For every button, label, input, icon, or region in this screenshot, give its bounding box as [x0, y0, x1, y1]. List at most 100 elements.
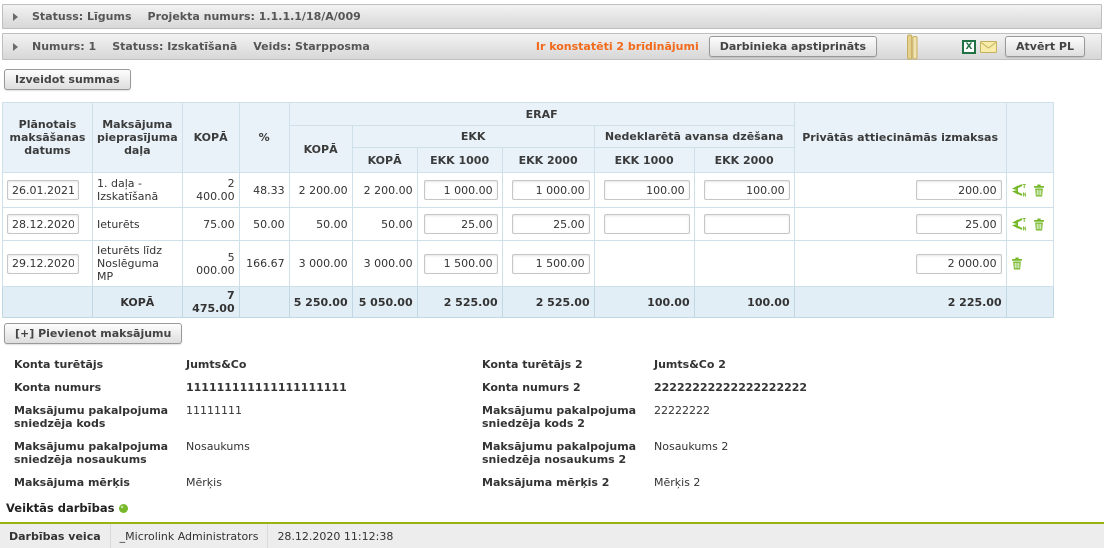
ekk1000-input[interactable] [424, 180, 498, 200]
add-circle-icon[interactable] [119, 504, 128, 513]
col-header-total: KOPĀ [182, 103, 239, 173]
mail-icon[interactable] [980, 41, 997, 53]
employee-approved-button[interactable]: Darbinieka apstiprināts [709, 36, 877, 57]
field-label: Maksājuma mērķis 2 [482, 476, 654, 489]
transfer-split-icon[interactable]: T N [1011, 183, 1026, 197]
project-status: Statuss: Līgums [32, 10, 132, 23]
ekk2000-input[interactable] [512, 180, 590, 200]
group-header-eraf: ERAF [289, 103, 794, 126]
private-costs-input[interactable] [916, 214, 1002, 234]
totals-ekk: 5 050.00 [352, 287, 417, 318]
ned-ekk2000-input[interactable] [704, 180, 790, 200]
account-number-value: 111111111111111111111 [186, 381, 482, 394]
col-header-ekk-total: KOPĀ [352, 148, 417, 173]
ekk-total-cell: 50.00 [352, 208, 417, 241]
ekk-total-cell: 3 000.00 [352, 241, 417, 287]
group-header-ekk: EKK [352, 126, 594, 148]
folder-divider-icon[interactable] [907, 34, 918, 60]
svg-text:T: T [1022, 184, 1026, 190]
ned-ekk2000-empty-cell [694, 241, 794, 287]
group-header-undeclared-advance: Nedeklarētā avansa dzēšana [594, 126, 794, 148]
private-costs-input[interactable] [916, 180, 1002, 200]
provider-name-value: Nosaukums [186, 440, 482, 466]
field-label: Maksājumu pakalpojuma sniedzēja nosaukum… [482, 440, 654, 466]
delete-icon[interactable] [1033, 184, 1045, 197]
total-cell: 2 400.00 [182, 173, 239, 208]
chevron-right-icon[interactable] [13, 13, 18, 21]
field-label: Konta turētājs [14, 358, 186, 371]
payment-part-cell: 1. daļa - Izskatīšanā [93, 173, 183, 208]
field-label: Konta numurs [14, 381, 186, 394]
action-log-row: Darbības veica _Microlink Administrators… [0, 524, 1104, 548]
chevron-right-icon[interactable] [13, 43, 18, 51]
ekk1000-input[interactable] [424, 214, 498, 234]
col-header-payment-part: Maksājuma pieprasījuma daļa [93, 103, 183, 173]
table-row: Ieturēts līdz Noslēguma MP 5 000.00 166.… [3, 241, 1054, 287]
warnings-text: Ir konstatēti 2 brīdinājumi [536, 40, 699, 53]
payment-part-cell: Ieturēts līdz Noslēguma MP [93, 241, 183, 287]
create-sums-button[interactable]: Izveidot summas [4, 69, 131, 90]
svg-text:N: N [1022, 193, 1026, 198]
field-label: Konta turētājs 2 [482, 358, 654, 371]
ned-ekk1000-input[interactable] [604, 180, 690, 200]
eraf-total-cell: 3 000.00 [289, 241, 352, 287]
open-pl-button[interactable]: Atvērt PL [1005, 36, 1085, 57]
totals-ned2000: 100.00 [694, 287, 794, 318]
payment-status: Statuss: Izskatīšanā [112, 40, 237, 53]
field-label: Maksājumu pakalpojuma sniedzēja nosaukum… [14, 440, 186, 466]
ekk2000-input[interactable] [512, 254, 590, 274]
log-timestamp: 28.12.2020 11:12:38 [268, 524, 402, 548]
ekk1000-input[interactable] [424, 254, 498, 274]
ned-ekk1000-empty-cell [594, 241, 694, 287]
eraf-total-cell: 50.00 [289, 208, 352, 241]
total-cell: 5 000.00 [182, 241, 239, 287]
totals-eraf: 5 250.00 [289, 287, 352, 318]
totals-row: KOPĀ 7 475.00 5 250.00 5 050.00 2 525.00… [3, 287, 1054, 318]
col-header-private-costs: Privātās attiecināmās izmaksas [794, 103, 1006, 173]
provider-code2-value: 22222222 [654, 404, 1094, 430]
log-label: Darbības veica [0, 524, 111, 548]
account-details: Konta turētājs Jumts&Co Konta turētājs 2… [14, 358, 1094, 489]
provider-code-value: 11111111 [186, 404, 482, 430]
svg-text:T: T [1022, 218, 1026, 224]
col-header-ned-ekk2000: EKK 2000 [694, 148, 794, 173]
col-header-actions [1006, 103, 1054, 173]
actions-section-title: Veiktās darbības [6, 501, 114, 515]
provider-name2-value: Nosaukums 2 [654, 440, 1094, 466]
planned-date-input[interactable] [7, 254, 79, 274]
planned-date-input[interactable] [7, 214, 79, 234]
field-label: Konta numurs 2 [482, 381, 654, 394]
delete-icon[interactable] [1033, 218, 1045, 231]
payment-type: Veids: Starpposma [253, 40, 370, 53]
excel-icon[interactable]: X [962, 40, 976, 54]
private-costs-input[interactable] [916, 254, 1002, 274]
field-label: Maksājuma mērķis [14, 476, 186, 489]
project-accordion-bar[interactable]: Statuss: Līgums Projekta numurs: 1.1.1.1… [2, 4, 1102, 29]
payment-purpose-value: Mērķis [186, 476, 482, 489]
percent-cell: 48.33 [239, 173, 289, 208]
ned-ekk2000-input[interactable] [704, 214, 790, 234]
account-holder-value: Jumts&Co [186, 358, 482, 371]
ekk2000-input[interactable] [512, 214, 590, 234]
ekk-total-cell: 2 200.00 [352, 173, 417, 208]
table-row: 1. daļa - Izskatīšanā 2 400.00 48.33 2 2… [3, 173, 1054, 208]
totals-percent [239, 287, 289, 318]
payment-accordion-bar[interactable]: Numurs: 1 Statuss: Izskatīšanā Veids: St… [2, 33, 1102, 60]
add-payment-button[interactable]: [+] Pievienot maksājumu [4, 323, 182, 344]
totals-ekk2000: 2 525.00 [502, 287, 594, 318]
percent-cell: 50.00 [239, 208, 289, 241]
project-number: Projekta numurs: 1.1.1.1/18/A/009 [148, 10, 361, 23]
svg-text:N: N [1022, 227, 1026, 232]
col-header-ekk1000: EKK 1000 [417, 148, 502, 173]
ned-ekk1000-input[interactable] [604, 214, 690, 234]
payment-number: Numurs: 1 [32, 40, 96, 53]
account-holder2-value: Jumts&Co 2 [654, 358, 1094, 371]
field-label: Maksājumu pakalpojuma sniedzēja kods [14, 404, 186, 430]
delete-icon[interactable] [1011, 257, 1023, 270]
col-header-ned-ekk1000: EKK 1000 [594, 148, 694, 173]
planned-date-input[interactable] [7, 180, 79, 200]
transfer-split-icon[interactable]: T N [1011, 217, 1026, 231]
field-label: Maksājumu pakalpojuma sniedzēja kods 2 [482, 404, 654, 430]
col-header-percent: % [239, 103, 289, 173]
log-user: _Microlink Administrators [111, 524, 269, 548]
